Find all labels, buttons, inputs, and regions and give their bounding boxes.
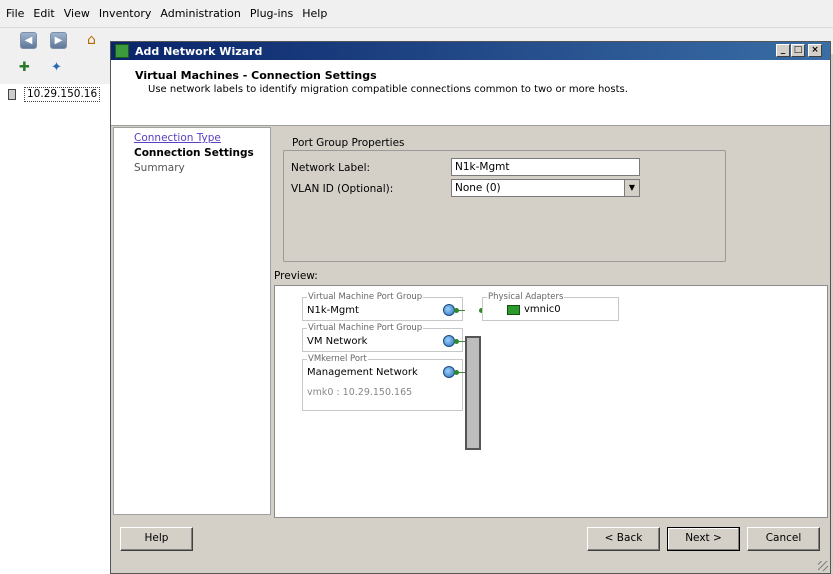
vswitch-bar <box>465 336 481 450</box>
step-summary: Summary <box>134 162 185 174</box>
resize-grip-icon[interactable] <box>818 561 828 571</box>
port-group-management-network: VMkernel Port Management Network vmk0 : … <box>302 354 463 411</box>
inventory-tree: 10.29.150.16 <box>0 84 112 574</box>
port-group-caption: Virtual Machine Port Group <box>307 323 424 333</box>
preview-label: Preview: <box>274 270 318 282</box>
connector-dot <box>454 339 459 344</box>
back-arrow-icon[interactable]: ◀ <box>20 32 37 49</box>
maximize-button[interactable]: □ <box>791 44 805 57</box>
menu-view[interactable]: View <box>64 7 90 20</box>
network-label-input[interactable]: N1k-Mgmt <box>451 158 640 176</box>
port-group-caption: Virtual Machine Port Group <box>307 292 424 302</box>
chevron-down-icon[interactable]: ▼ <box>624 180 639 196</box>
port-group-name: N1k-Mgmt <box>307 305 359 316</box>
connector-dot <box>454 370 459 375</box>
add-host-icon[interactable]: ✚ <box>19 60 30 75</box>
port-group-caption: VMkernel Port <box>307 354 368 364</box>
vlan-id-value: None (0) <box>455 182 501 194</box>
wizard-titlebar: Add Network Wizard <box>111 42 830 60</box>
menu-plugins[interactable]: Plug-ins <box>250 7 293 20</box>
port-group-name: VM Network <box>307 336 368 347</box>
back-button[interactable]: < Back <box>587 527 660 551</box>
next-button[interactable]: Next > <box>667 527 740 551</box>
forward-arrow-icon[interactable]: ▶ <box>50 32 67 49</box>
network-label-label: Network Label: <box>291 162 371 174</box>
wizard-title: Add Network Wizard <box>135 44 263 58</box>
nav-icons-bar: ✚ ✦ <box>0 54 112 84</box>
menu-inventory[interactable]: Inventory <box>99 7 152 20</box>
add-cluster-icon[interactable]: ✦ <box>51 60 62 75</box>
port-group-name: Management Network <box>307 367 418 378</box>
header-title: Virtual Machines - Connection Settings <box>135 69 377 82</box>
home-icon[interactable]: ⌂ <box>87 32 103 48</box>
help-button[interactable]: Help <box>120 527 193 551</box>
physical-adapters-caption: Physical Adapters <box>487 292 565 302</box>
host-icon <box>8 88 16 100</box>
step-connection-type[interactable]: Connection Type <box>134 132 221 144</box>
menu-help[interactable]: Help <box>302 7 327 20</box>
vlan-id-select[interactable]: None (0) ▼ <box>451 179 640 197</box>
menu-administration[interactable]: Administration <box>160 7 241 20</box>
connector-dot <box>454 308 459 313</box>
wizard-steps-panel: Connection Type Connection Settings Summ… <box>113 127 271 515</box>
menu-edit[interactable]: Edit <box>33 7 54 20</box>
cancel-button[interactable]: Cancel <box>747 527 820 551</box>
menu-file[interactable]: File <box>6 7 24 20</box>
wizard-header: Virtual Machines - Connection Settings U… <box>111 60 830 126</box>
port-group-vm-network: Virtual Machine Port Group VM Network <box>302 323 463 352</box>
port-group-n1k-mgmt: Virtual Machine Port Group N1k-Mgmt <box>302 292 463 321</box>
add-network-wizard-window: Add Network Wizard _ □ × Virtual Machine… <box>110 41 831 574</box>
adapter-name: vmnic0 <box>524 304 561 315</box>
tree-item-host[interactable]: 10.29.150.16 <box>8 86 101 102</box>
close-button[interactable]: × <box>808 44 822 57</box>
menu-bar: File Edit View Inventory Administration … <box>0 0 833 28</box>
wizard-app-icon <box>115 44 129 58</box>
network-adapter-icon <box>507 305 520 315</box>
vmkernel-address: vmk0 : 10.29.150.165 <box>307 387 413 398</box>
physical-adapters-box: Physical Adapters vmnic0 <box>482 292 619 321</box>
preview-panel: Virtual Machine Port Group N1k-Mgmt Virt… <box>274 285 828 518</box>
host-label: 10.29.150.16 <box>24 86 101 102</box>
minimize-button[interactable]: _ <box>776 44 790 57</box>
vlan-id-label: VLAN ID (Optional): <box>291 183 394 195</box>
header-subtitle: Use network labels to identify migration… <box>148 84 628 95</box>
step-connection-settings: Connection Settings <box>134 147 254 159</box>
port-group-properties-title: Port Group Properties <box>289 137 408 149</box>
